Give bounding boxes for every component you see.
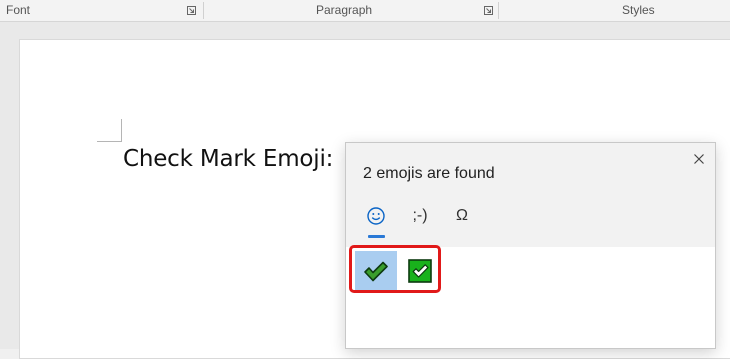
emoji-result-white-heavy-check-mark[interactable] xyxy=(399,251,441,291)
tab-symbols[interactable]: Ω xyxy=(452,205,472,231)
active-tab-indicator xyxy=(368,235,385,238)
font-dialog-launcher-icon[interactable] xyxy=(187,6,196,15)
emoji-panel-header xyxy=(346,143,715,247)
smiley-icon xyxy=(367,207,385,225)
paragraph-dialog-launcher-icon[interactable] xyxy=(484,6,493,15)
text-boundary-corner-mark xyxy=(97,119,122,142)
emoji-panel: 2 emojis are found ;-) Ω xyxy=(345,142,716,349)
check-mark-icon xyxy=(364,261,388,282)
ribbon-group-styles: Styles xyxy=(499,0,730,21)
document-text[interactable]: Check Mark Emoji: xyxy=(123,146,333,172)
ribbon-group-styles-label: Styles xyxy=(622,3,655,17)
ribbon-group-paragraph: Paragraph xyxy=(204,0,498,21)
tab-emoji[interactable] xyxy=(365,205,387,231)
ribbon-group-paragraph-label: Paragraph xyxy=(316,3,373,17)
green-check-box-icon xyxy=(408,259,432,283)
ribbon-group-font: Font xyxy=(0,0,203,21)
search-result-text: 2 emojis are found xyxy=(363,165,495,182)
ribbon-group-font-label: Font xyxy=(6,3,31,17)
close-icon[interactable] xyxy=(691,151,707,167)
tab-symbols-label: Ω xyxy=(456,207,468,224)
ribbon-group-labels: Font Paragraph Styles xyxy=(0,0,730,22)
tab-kaomoji[interactable]: ;-) xyxy=(407,205,433,231)
tab-kaomoji-label: ;-) xyxy=(412,207,428,224)
emoji-result-heavy-check-mark[interactable] xyxy=(355,251,397,291)
